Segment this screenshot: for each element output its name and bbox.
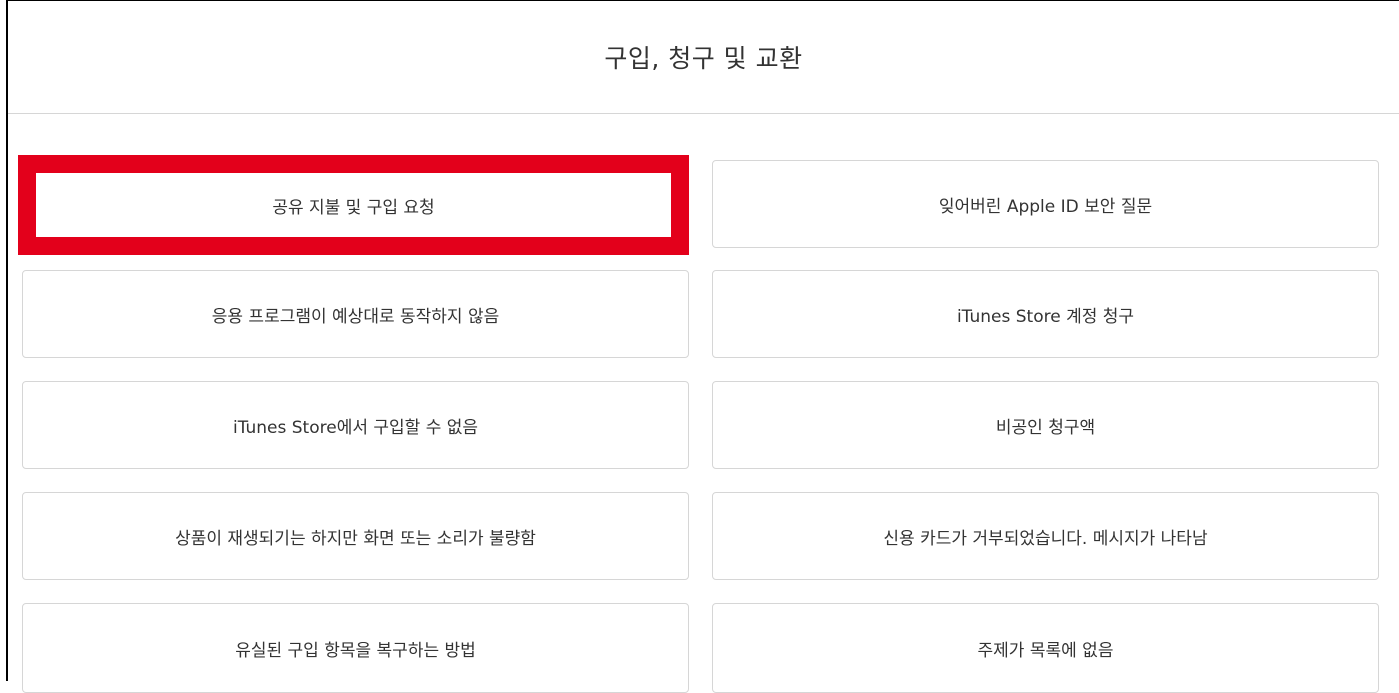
option-label: 잊어버린 Apple ID 보안 질문: [938, 196, 1153, 217]
option-restore-lost-purchases[interactable]: 유실된 구입 항목을 복구하는 방법: [22, 603, 689, 693]
option-label: 유실된 구입 항목을 복구하는 방법: [235, 640, 476, 661]
option-poor-playback-quality[interactable]: 상품이 재생되기는 하지만 화면 또는 소리가 불량함: [22, 492, 689, 580]
option-cannot-purchase-itunes[interactable]: iTunes Store에서 구입할 수 없음: [22, 381, 689, 469]
page-frame: 구입, 청구 및 교환 공유 지불 및 구입 요청 응용 프로그램이 예상대로 …: [0, 0, 1399, 693]
option-label: 상품이 재생되기는 하지만 화면 또는 소리가 불량함: [175, 528, 536, 549]
option-topic-not-listed[interactable]: 주제가 목록에 없음: [712, 603, 1379, 693]
topic-options-grid: 공유 지불 및 구입 요청 응용 프로그램이 예상대로 동작하지 않음 iTun…: [0, 0, 1399, 693]
option-forgot-security-questions[interactable]: 잊어버린 Apple ID 보안 질문: [712, 160, 1379, 248]
option-label: 주제가 목록에 없음: [977, 640, 1114, 661]
option-label: 공유 지불 및 구입 요청: [272, 197, 435, 218]
option-shared-payment-purchase-request[interactable]: 공유 지불 및 구입 요청: [18, 155, 689, 255]
option-label: iTunes Store 계정 청구: [956, 306, 1135, 327]
option-label: 신용 카드가 거부되었습니다. 메시지가 나타남: [883, 528, 1208, 549]
option-credit-card-declined[interactable]: 신용 카드가 거부되었습니다. 메시지가 나타남: [712, 492, 1379, 580]
option-label: iTunes Store에서 구입할 수 없음: [232, 417, 479, 438]
option-label: 비공인 청구액: [995, 417, 1096, 438]
option-unauthorized-charges[interactable]: 비공인 청구액: [712, 381, 1379, 469]
option-itunes-account-billing[interactable]: iTunes Store 계정 청구: [712, 270, 1379, 358]
option-label: 응용 프로그램이 예상대로 동작하지 않음: [211, 306, 500, 327]
option-app-not-working[interactable]: 응용 프로그램이 예상대로 동작하지 않음: [22, 270, 689, 358]
